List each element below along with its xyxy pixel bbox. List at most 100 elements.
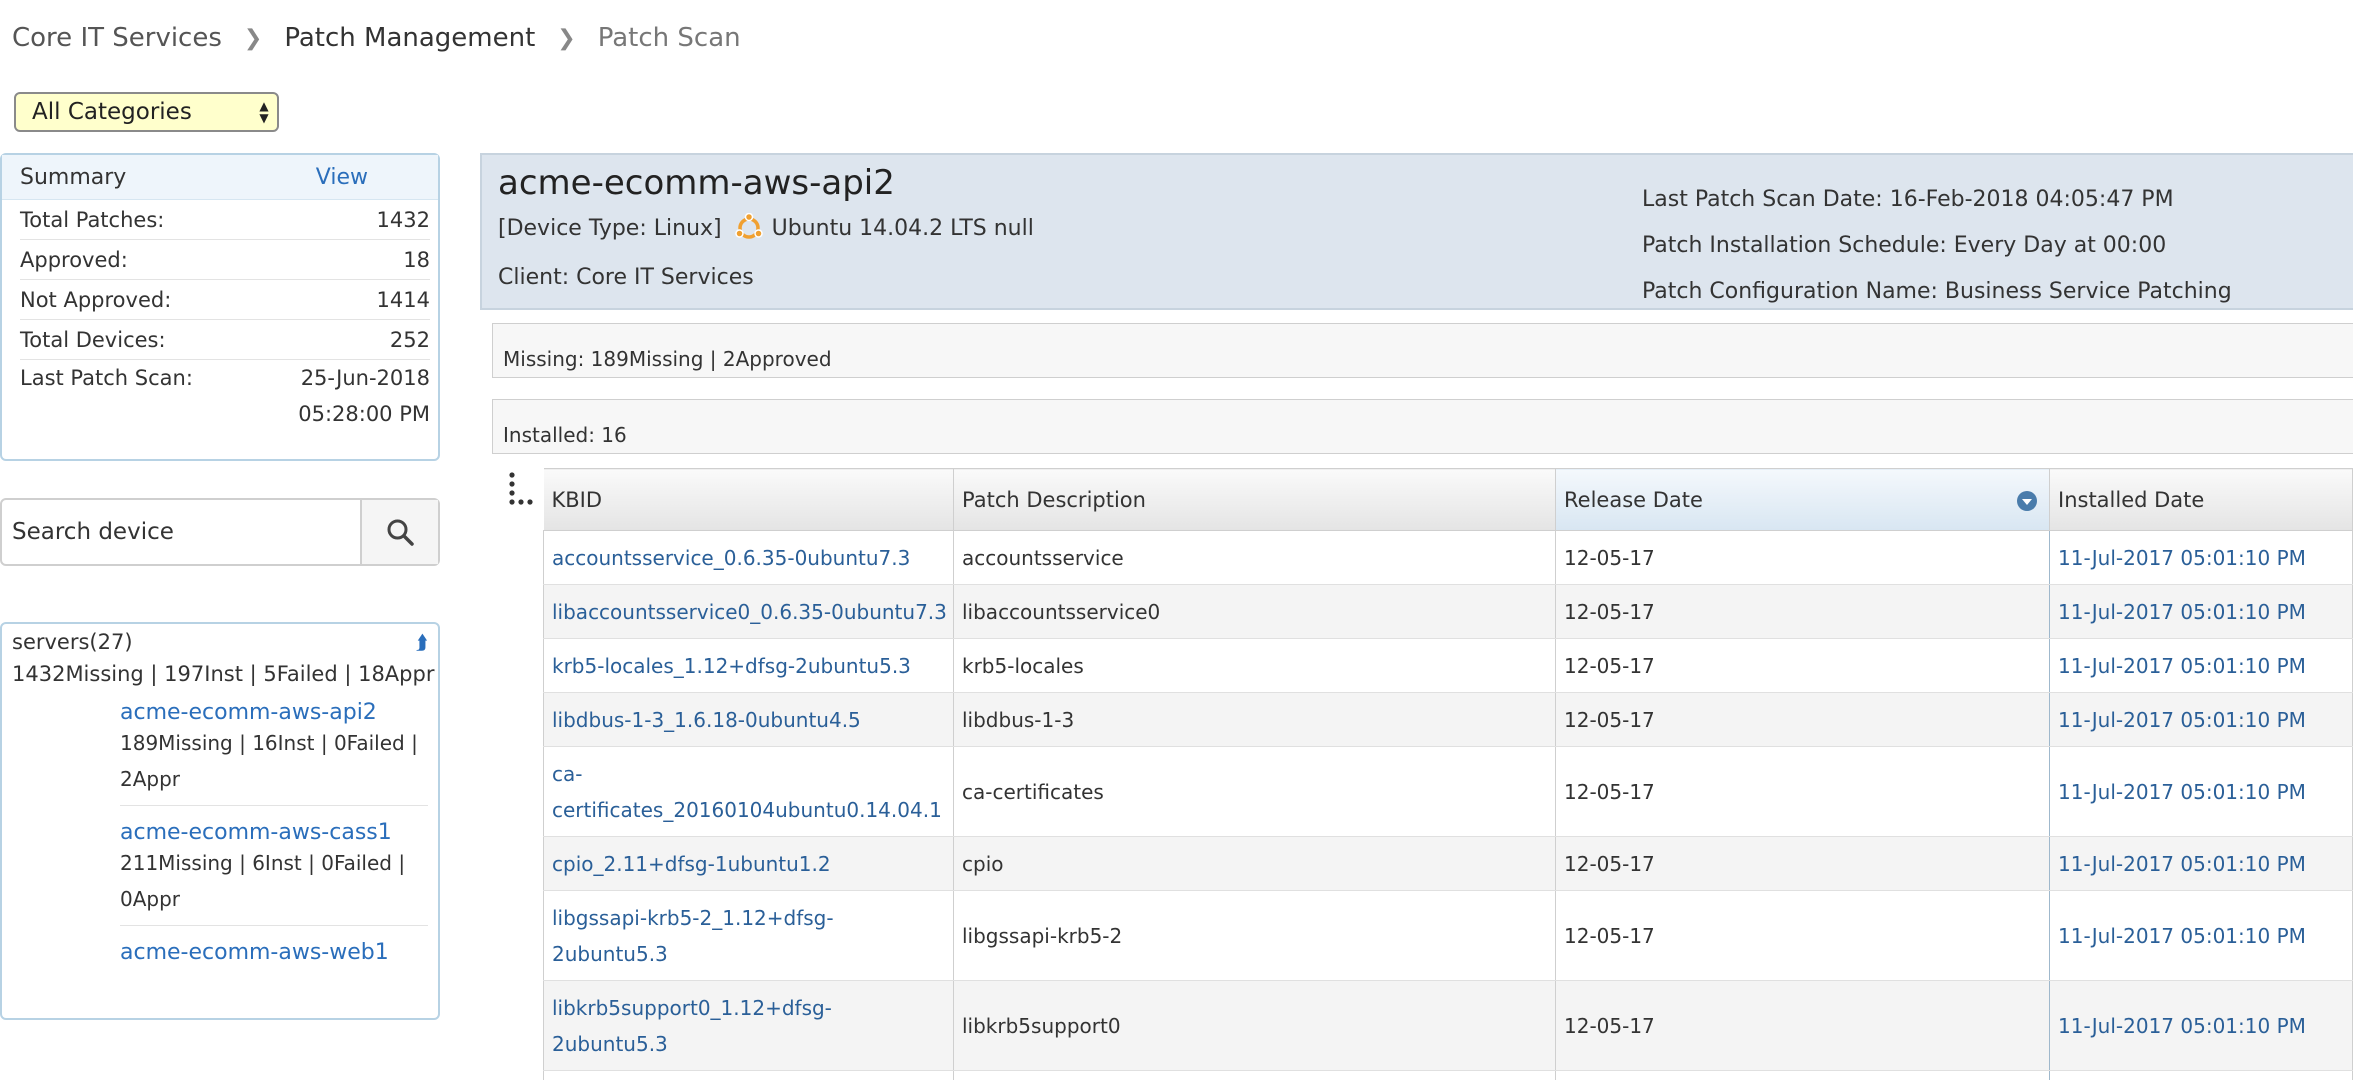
missing-bar[interactable]: Missing: 189Missing | 2Approved	[492, 323, 2353, 378]
sort-dropdown-icon[interactable]	[2015, 489, 2039, 513]
summary-row-total-patches: Total Patches: 1432	[20, 200, 430, 240]
device-stats-line: 2Appr	[120, 767, 181, 791]
installed-date: 11-Jul-2017 05:01:10 PM	[2049, 584, 2353, 639]
kbid-link[interactable]	[543, 1070, 954, 1080]
select-arrows-icon: ▲ ▼	[259, 99, 269, 125]
installed-date: 11-Jul-2017 05:01:10 PM	[2049, 836, 2353, 891]
installed-date: 11-Jul-2017 05:01:10 PM	[2049, 980, 2353, 1071]
kbid-line: certificates_20160104ubuntu0.14.04.1	[552, 797, 942, 822]
device-header: acme-ecomm-aws-api2 [Device Type: Linux]…	[480, 153, 2353, 310]
patch-description: libgssapi-krb5-2	[953, 890, 1556, 981]
column-header-label: Release Date	[1564, 487, 1703, 512]
kbid-line: 2ubuntu5.3	[552, 941, 668, 966]
category-select-value: All Categories	[32, 99, 192, 125]
breadcrumb-core-it-services[interactable]: Core IT Services	[12, 23, 222, 53]
release-date: 12-05-17	[1555, 746, 2050, 837]
table-row[interactable]: libgssapi-krb5-2_1.12+dfsg- 2ubuntu5.3 li…	[543, 890, 2353, 981]
summary-view-link[interactable]: View	[316, 165, 368, 190]
release-date: 12-05-17	[1555, 890, 2050, 981]
installed-date	[2049, 1070, 2353, 1080]
device-link[interactable]: acme-ecomm-aws-cass1	[120, 820, 428, 845]
breadcrumb-patch-scan: Patch Scan	[597, 23, 741, 53]
table-row[interactable]: krb5-locales_1.12+dfsg-2ubuntu5.3 krb5-l…	[543, 638, 2353, 693]
kbid-line: 2ubuntu5.3	[552, 1031, 668, 1056]
summary-value: 1414	[376, 287, 430, 312]
table-row[interactable]: libaccountsservice0_0.6.35-0ubuntu7.3 li…	[543, 584, 2353, 639]
kbid-link[interactable]: libgssapi-krb5-2_1.12+dfsg- 2ubuntu5.3	[543, 890, 954, 981]
chevron-right-icon: ❯	[557, 25, 576, 51]
table-row[interactable]: ca-certificates_20160104ubuntu0.14.04.1 …	[543, 746, 2353, 837]
group-header[interactable]: servers(27) ⮭	[2, 624, 438, 654]
device-item: acme-ecomm-aws-web1	[120, 940, 428, 973]
device-stats: 211Missing | 6Inst | 0Failed | 0Appr	[120, 845, 428, 917]
device-os: Ubuntu 14.04.2 LTS null	[771, 215, 1034, 241]
release-date: 12-05-17	[1555, 692, 2050, 747]
chevron-right-icon: ❯	[243, 25, 263, 51]
device-link[interactable]: acme-ecomm-aws-api2	[120, 700, 428, 725]
table-row[interactable]	[543, 1070, 2353, 1080]
column-menu-icon[interactable]	[502, 470, 534, 510]
device-link[interactable]: acme-ecomm-aws-web1	[120, 940, 428, 965]
summary-row-last-scan: Last Patch Scan: 25-Jun-2018 05:28:00 PM	[20, 360, 430, 436]
summary-value: 252	[389, 327, 430, 352]
release-date: 12-05-17	[1555, 584, 2050, 639]
kbid-link[interactable]: libaccountsservice0_0.6.35-0ubuntu7.3	[543, 584, 954, 639]
kbid-line: libgssapi-krb5-2_1.12+dfsg-	[552, 905, 834, 930]
column-header-release-date[interactable]: Release Date	[1555, 468, 2050, 531]
missing-bar-text: Missing: 189Missing | 2Approved	[503, 347, 832, 371]
kbid-link[interactable]: ca-certificates_20160104ubuntu0.14.04.1	[543, 746, 954, 837]
collapse-chevron-icon[interactable]: ⮭	[416, 630, 428, 654]
kbid-line: libkrb5support0_1.12+dfsg-	[552, 995, 832, 1020]
group-label: servers(27)	[12, 630, 133, 654]
summary-row-total-devices: Total Devices: 252	[20, 320, 430, 360]
patch-description: krb5-locales	[953, 638, 1556, 693]
release-date: 12-05-17	[1555, 530, 2050, 585]
patch-installation-schedule: Patch Installation Schedule: Every Day a…	[1642, 233, 2167, 258]
kbid-link[interactable]: accountsservice_0.6.35-0ubuntu7.3	[543, 530, 954, 585]
device-type-label: [Device Type: Linux]	[498, 215, 722, 241]
installed-date: 11-Jul-2017 05:01:10 PM	[2049, 746, 2353, 837]
installed-bar-text: Installed: 16	[503, 423, 627, 447]
column-header-installed-date[interactable]: Installed Date	[2049, 468, 2353, 531]
patch-configuration-name: Patch Configuration Name: Business Servi…	[1642, 279, 2232, 304]
installed-bar[interactable]: Installed: 16	[492, 399, 2353, 454]
ubuntu-logo-icon	[734, 213, 763, 239]
kbid-link[interactable]: libdbus-1-3_1.6.18-0ubuntu4.5	[543, 692, 954, 747]
summary-value: 18	[403, 247, 430, 272]
summary-label: Last Patch Scan:	[20, 366, 193, 390]
breadcrumb: Core IT Services ❯ Patch Management ❯ Pa…	[12, 20, 741, 56]
device-search	[0, 498, 440, 566]
last-patch-scan-date: Last Patch Scan Date: 16-Feb-2018 04:05:…	[1642, 187, 2174, 212]
category-select[interactable]: All Categories ▲ ▼	[14, 92, 279, 132]
column-header-patch-description[interactable]: Patch Description	[953, 468, 1556, 531]
summary-label: Approved:	[20, 247, 128, 272]
breadcrumb-patch-management[interactable]: Patch Management	[284, 23, 535, 53]
patch-description: libkrb5support0	[953, 980, 1556, 1071]
device-meta: Last Patch Scan Date: 16-Feb-2018 04:05:…	[1642, 177, 2232, 315]
search-button[interactable]	[360, 500, 438, 564]
device-type: [Device Type: Linux] Ubuntu 14.04.2 LTS …	[498, 213, 1034, 243]
patch-description: cpio	[953, 836, 1556, 891]
table-row[interactable]: cpio_2.11+dfsg-1ubuntu1.2 cpio 12-05-17 …	[543, 836, 2353, 891]
summary-label: Total Devices:	[20, 327, 166, 352]
patch-table: KBID Patch Description Release Date Inst…	[543, 468, 2353, 1080]
table-row[interactable]: accountsservice_0.6.35-0ubuntu7.3 accoun…	[543, 530, 2353, 585]
release-date: 12-05-17	[1555, 980, 2050, 1071]
installed-date: 11-Jul-2017 05:01:10 PM	[2049, 638, 2353, 693]
last-scan-time: 05:28:00 PM	[298, 402, 430, 426]
column-header-kbid[interactable]: KBID	[543, 468, 954, 531]
summary-header: Summary View	[2, 155, 438, 200]
table-row[interactable]: libkrb5support0_1.12+dfsg- 2ubuntu5.3 lib…	[543, 980, 2353, 1071]
summary-label: Total Patches:	[20, 207, 165, 232]
summary-title: Summary	[20, 164, 127, 190]
table-row[interactable]: libdbus-1-3_1.6.18-0ubuntu4.5 libdbus-1-…	[543, 692, 2353, 747]
device-stats: 189Missing | 16Inst | 0Failed | 2Appr	[120, 725, 428, 797]
patch-description: accountsservice	[953, 530, 1556, 585]
kbid-link[interactable]: cpio_2.11+dfsg-1ubuntu1.2	[543, 836, 954, 891]
installed-date: 11-Jul-2017 05:01:10 PM	[2049, 890, 2353, 981]
summary-value: 1432	[376, 207, 430, 232]
kbid-link[interactable]: libkrb5support0_1.12+dfsg- 2ubuntu5.3	[543, 980, 954, 1071]
kbid-link[interactable]: krb5-locales_1.12+dfsg-2ubuntu5.3	[543, 638, 954, 693]
search-input[interactable]	[2, 500, 360, 564]
summary-label: Not Approved:	[20, 287, 172, 312]
